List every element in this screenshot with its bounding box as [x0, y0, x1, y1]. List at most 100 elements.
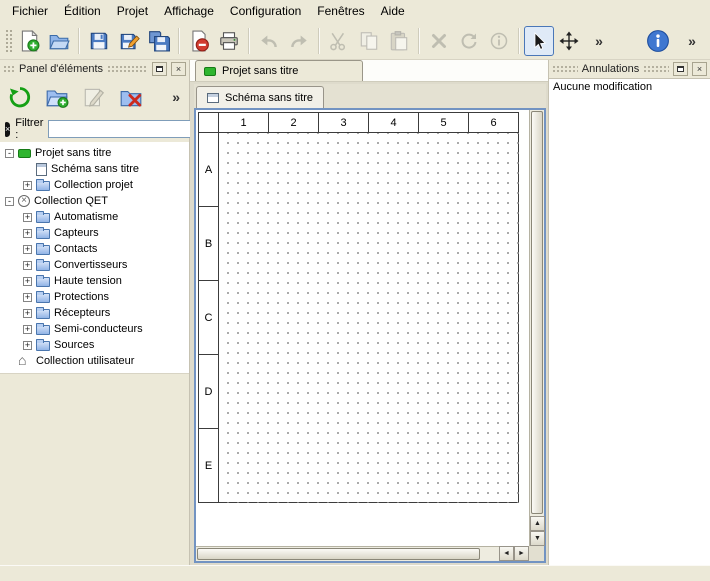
vertical-scrollbar[interactable]: ▲ ▼: [529, 110, 544, 546]
folder-icon: [36, 213, 50, 223]
tree-item-collection-projet[interactable]: + Collection projet: [0, 177, 189, 193]
edit-element-button[interactable]: [79, 82, 109, 112]
save-all-button[interactable]: [144, 26, 174, 56]
toolbar-overflow-button[interactable]: »: [584, 26, 614, 56]
move-mode-button[interactable]: [554, 26, 584, 56]
menu-configuration[interactable]: Configuration: [222, 1, 309, 21]
save-button[interactable]: [84, 26, 114, 56]
toolbar-drag-handle[interactable]: [5, 29, 12, 53]
project-tab-bar: Projet sans titre: [190, 60, 548, 82]
undo-button[interactable]: [254, 26, 284, 56]
cut-button[interactable]: [324, 26, 354, 56]
scroll-up-button[interactable]: ▲: [530, 516, 545, 531]
toolbar-extension-button[interactable]: »: [677, 26, 707, 56]
menu-fichier[interactable]: Fichier: [4, 1, 56, 21]
menu-edition[interactable]: Édition: [56, 1, 109, 21]
tree-expand-toggle[interactable]: +: [23, 245, 32, 254]
copy-button[interactable]: [354, 26, 384, 56]
tree-expand-toggle[interactable]: +: [23, 325, 32, 334]
tree-item-collection-qet[interactable]: - Collection QET: [0, 193, 189, 209]
tree-item-sources[interactable]: + Sources: [0, 337, 189, 353]
tree-expand-toggle[interactable]: +: [23, 309, 32, 318]
tab-schema-sans-titre[interactable]: Schéma sans titre: [196, 86, 324, 108]
dock-close-button[interactable]: ×: [171, 62, 186, 76]
about-qet-button[interactable]: [643, 26, 673, 56]
select-mode-button[interactable]: [524, 26, 554, 56]
dock-drag-handle[interactable]: [552, 65, 578, 73]
tree-item-capteurs[interactable]: + Capteurs: [0, 225, 189, 241]
tree-item-automatisme[interactable]: + Automatisme: [0, 209, 189, 225]
undo-dock: Annulations × Aucune modification: [548, 60, 710, 565]
tree-expand-toggle[interactable]: +: [23, 261, 32, 270]
delete-element-button[interactable]: [116, 82, 146, 112]
tab-projet-sans-titre[interactable]: Projet sans titre: [195, 60, 363, 81]
tree-expand-toggle[interactable]: +: [23, 181, 32, 190]
vertical-scroll-thumb[interactable]: [531, 111, 543, 514]
dock-drag-handle[interactable]: [107, 65, 148, 73]
undo-history-item[interactable]: Aucune modification: [549, 79, 710, 95]
tree-item-protections[interactable]: + Protections: [0, 289, 189, 305]
clear-filter-button[interactable]: ×: [5, 122, 10, 137]
menu-aide[interactable]: Aide: [373, 1, 413, 21]
scroll-down-button[interactable]: ▼: [530, 531, 545, 546]
rotate-button[interactable]: [454, 26, 484, 56]
tree-item-schema[interactable]: Schéma sans titre: [0, 161, 189, 177]
schema-canvas[interactable]: 1 2 3 4 5 6 A B C D E: [196, 110, 529, 546]
project-icon: [204, 67, 216, 76]
menu-projet[interactable]: Projet: [109, 1, 156, 21]
tree-item-project[interactable]: - Projet sans titre: [0, 145, 189, 161]
qet-collection-icon: [18, 195, 30, 207]
elements-panel-toolbar: »: [0, 78, 189, 116]
print-button[interactable]: [214, 26, 244, 56]
dock-close-button[interactable]: ×: [692, 62, 707, 76]
horizontal-scroll-thumb[interactable]: [197, 548, 480, 560]
tree-expand-toggle[interactable]: +: [23, 341, 32, 350]
status-bar: [0, 565, 710, 581]
ruler-column-label: 1: [219, 113, 269, 133]
folder-icon: [36, 293, 50, 303]
tree-item-haute-tension[interactable]: + Haute tension: [0, 273, 189, 289]
tree-expand-toggle[interactable]: +: [23, 229, 32, 238]
scroll-right-button[interactable]: ►: [514, 546, 529, 561]
elements-panel-titlebar: Panel d'éléments ×: [0, 60, 189, 78]
paste-button[interactable]: [384, 26, 414, 56]
dot-grid[interactable]: [219, 133, 519, 503]
panel-toolbar-overflow[interactable]: »: [172, 89, 180, 105]
open-project-button[interactable]: [44, 26, 74, 56]
filter-row: × Filtrer :: [0, 116, 189, 142]
tree-expand-toggle[interactable]: -: [5, 149, 14, 158]
main-area: Panel d'éléments × »: [0, 60, 710, 565]
tree-item-label: Schéma sans titre: [51, 163, 139, 175]
tree-item-label: Capteurs: [54, 227, 99, 239]
dock-float-button[interactable]: [152, 62, 167, 76]
element-info-button[interactable]: [484, 26, 514, 56]
tree-item-semi-conducteurs[interactable]: + Semi-conducteurs: [0, 321, 189, 337]
dock-drag-handle[interactable]: [643, 65, 669, 73]
new-element-button[interactable]: [42, 82, 72, 112]
tree-expand-toggle[interactable]: +: [23, 293, 32, 302]
delete-x-icon: [429, 31, 449, 51]
toolbar-separator: [78, 28, 80, 54]
menu-affichage[interactable]: Affichage: [156, 1, 222, 21]
dock-drag-handle[interactable]: [3, 65, 15, 73]
tree-item-collection-utilisateur[interactable]: Collection utilisateur: [0, 353, 189, 369]
tree-expand-toggle[interactable]: +: [23, 277, 32, 286]
dock-float-button[interactable]: [673, 62, 688, 76]
tree-item-recepteurs[interactable]: + Récepteurs: [0, 305, 189, 321]
close-file-button[interactable]: [184, 26, 214, 56]
menu-fenetres[interactable]: Fenêtres: [309, 1, 372, 21]
new-document-button[interactable]: [14, 26, 44, 56]
tree-expand-toggle[interactable]: -: [5, 197, 14, 206]
tree-expand-toggle[interactable]: +: [23, 213, 32, 222]
delete-button[interactable]: [424, 26, 454, 56]
horizontal-scrollbar[interactable]: ◄ ►: [196, 546, 529, 561]
scroll-left-button[interactable]: ◄: [499, 546, 514, 561]
filter-input[interactable]: [48, 120, 198, 138]
printer-icon: [218, 30, 240, 52]
tree-item-contacts[interactable]: + Contacts: [0, 241, 189, 257]
close-icon: ×: [176, 65, 181, 74]
tree-item-convertisseurs[interactable]: + Convertisseurs: [0, 257, 189, 273]
reload-collections-button[interactable]: [5, 82, 35, 112]
redo-button[interactable]: [284, 26, 314, 56]
save-as-button[interactable]: [114, 26, 144, 56]
